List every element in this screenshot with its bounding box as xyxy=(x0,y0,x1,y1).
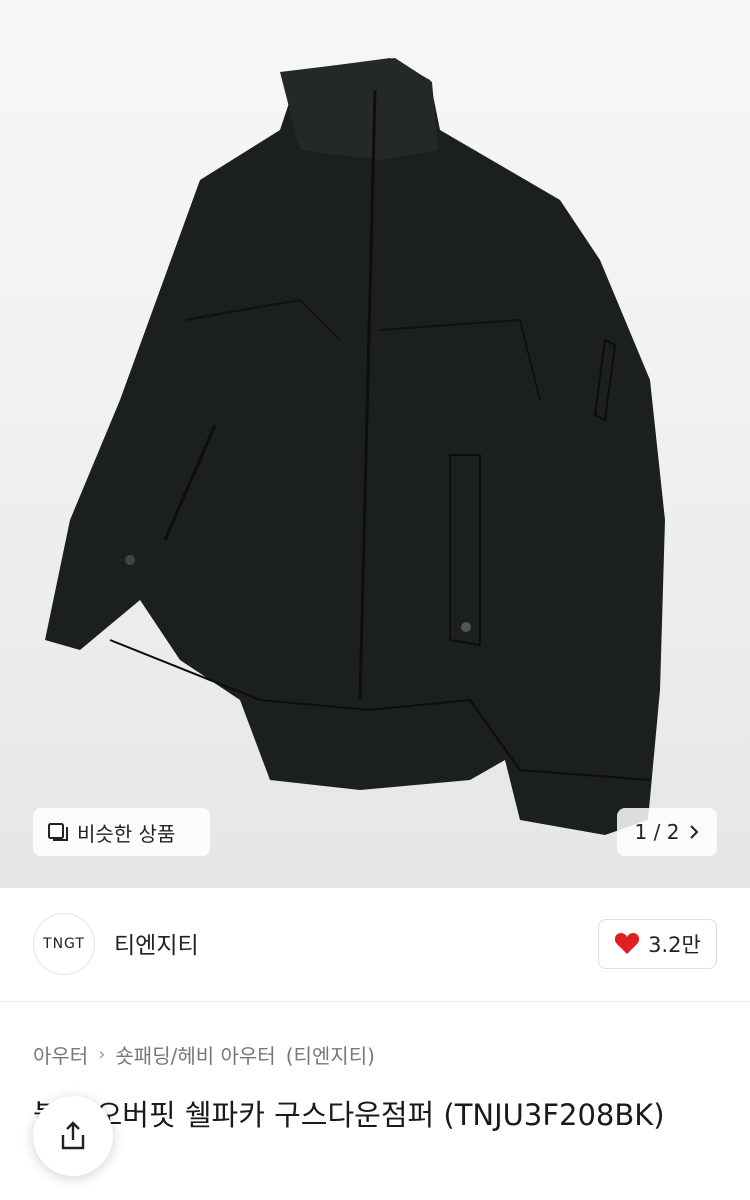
image-pager-button[interactable]: 1 / 2 xyxy=(617,808,717,856)
chevron-right-icon xyxy=(690,825,699,839)
seller-section: TNGT 티엔지티 3.2만 xyxy=(0,888,750,1002)
share-button[interactable] xyxy=(33,1096,113,1176)
share-icon xyxy=(61,1121,85,1150)
product-image-gallery[interactable]: 비슷한 상품 1 / 2 xyxy=(0,0,750,888)
breadcrumb: 아우터 › 숏패딩/헤비 아우터 (티엔지티) xyxy=(33,1040,375,1069)
breadcrumb-category[interactable]: 아우터 xyxy=(33,1040,88,1069)
breadcrumb-subcategory[interactable]: 숏패딩/헤비 아우터 xyxy=(115,1040,275,1069)
image-pager-text: 1 / 2 xyxy=(634,820,680,844)
similar-items-icon xyxy=(48,823,68,841)
product-image xyxy=(45,58,665,835)
brand-logo[interactable]: TNGT xyxy=(33,913,95,975)
similar-products-button[interactable]: 비슷한 상품 xyxy=(33,808,210,856)
brand-logo-text: TNGT xyxy=(43,936,85,952)
breadcrumb-brand[interactable]: (티엔지티) xyxy=(286,1040,375,1069)
heart-icon xyxy=(615,933,640,954)
like-count: 3.2만 xyxy=(648,933,701,957)
brand-name[interactable]: 티엔지티 xyxy=(114,926,199,960)
like-button[interactable]: 3.2만 xyxy=(598,919,717,969)
product-title: 블랙 오버핏 쉘파카 구스다운점퍼 (TNJU3F208BK) xyxy=(33,1098,665,1132)
similar-products-label: 비슷한 상품 xyxy=(77,821,176,846)
chevron-right-icon: › xyxy=(98,1044,106,1065)
